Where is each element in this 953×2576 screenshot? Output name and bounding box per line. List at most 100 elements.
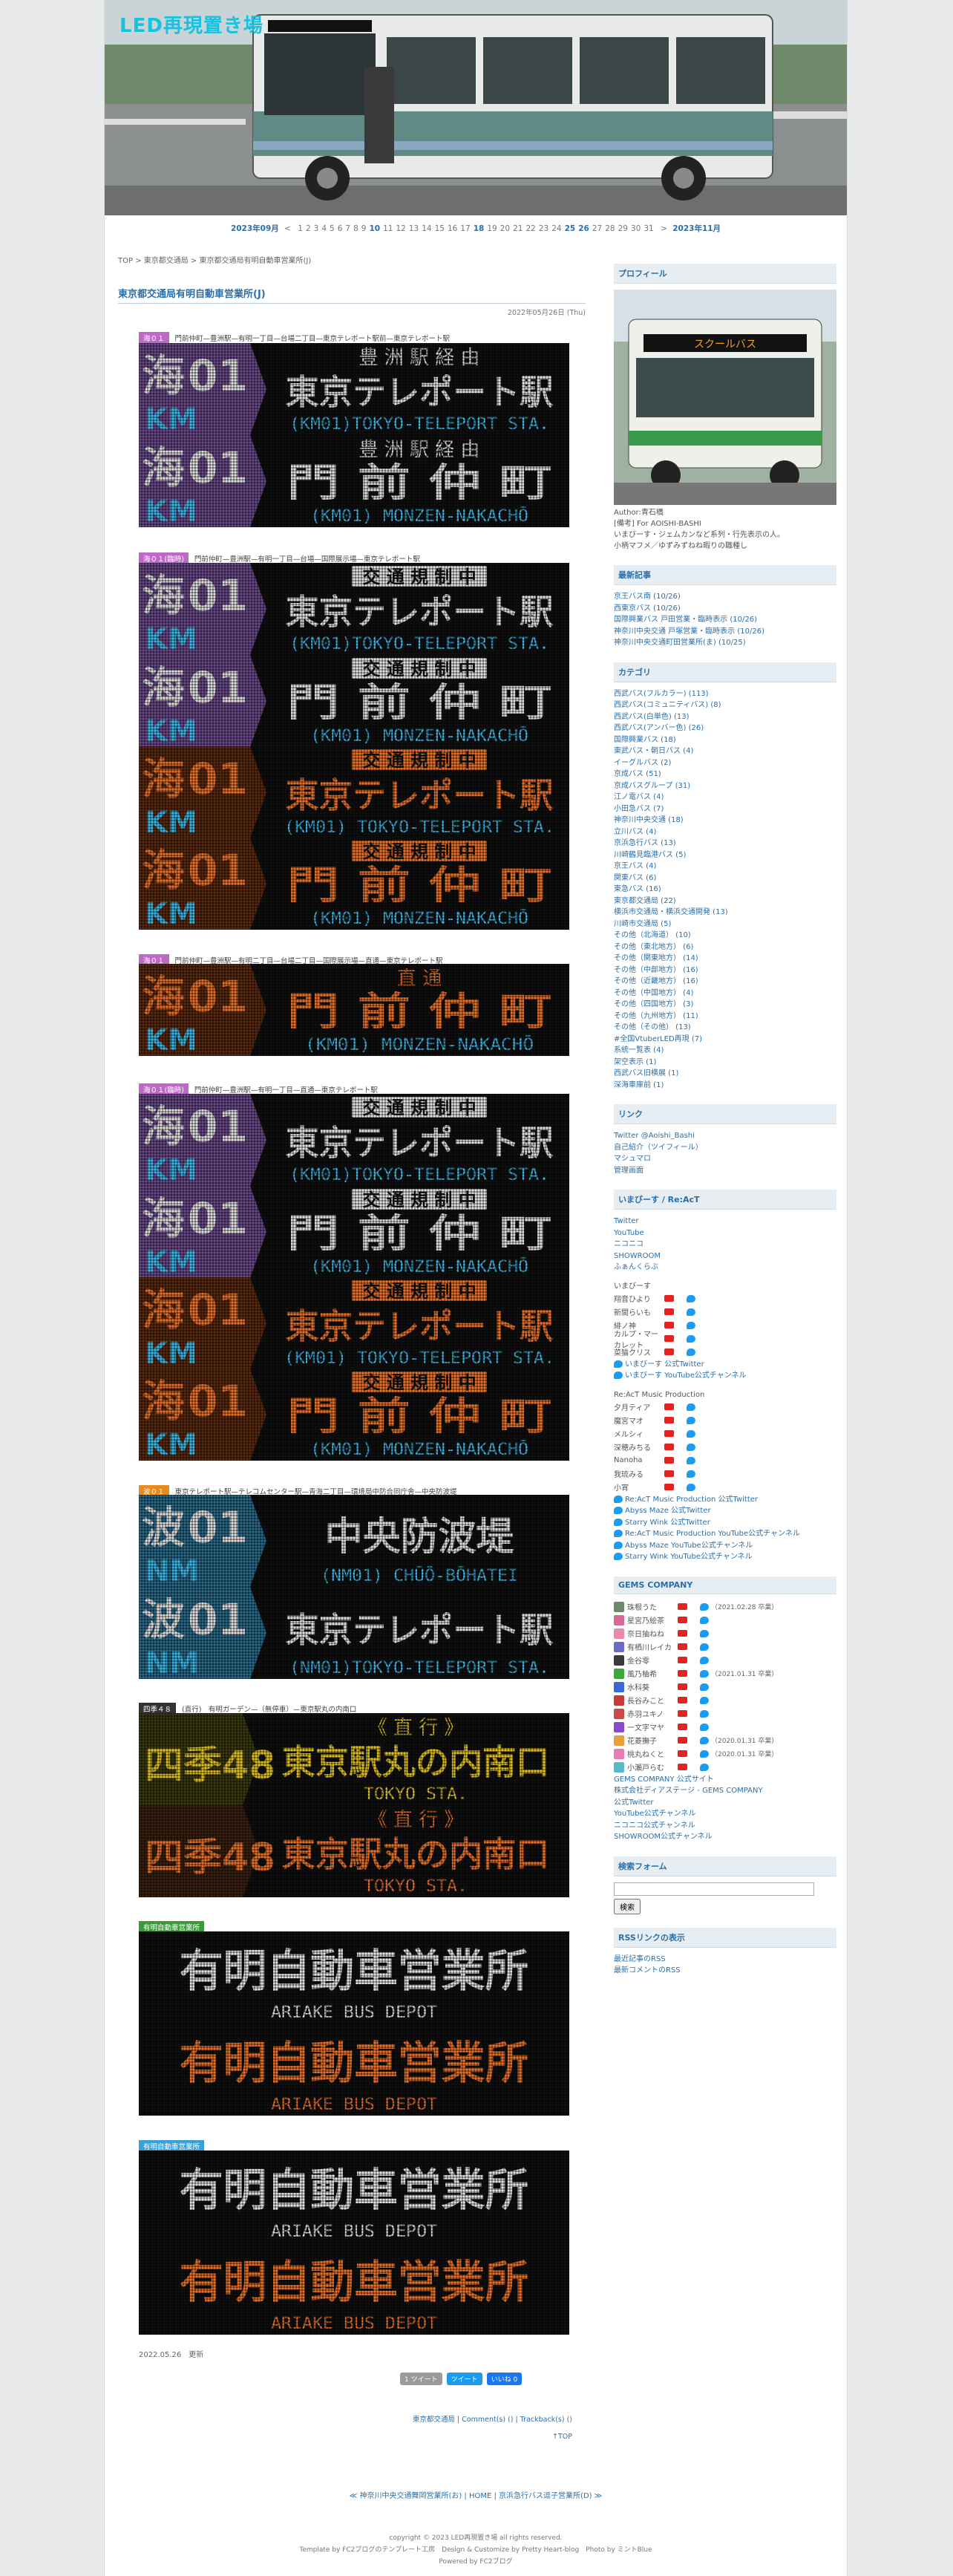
search-input[interactable] <box>614 1882 814 1896</box>
category-item[interactable]: 京浜急行バス (13) <box>614 838 836 850</box>
category-item[interactable]: 京王バス (4) <box>614 861 836 873</box>
youtube-icon[interactable] <box>678 1736 687 1744</box>
official-link[interactable]: Re:AcT Music Production 公式Twitter <box>614 1494 836 1506</box>
youtube-icon[interactable] <box>664 1470 674 1477</box>
official-text[interactable]: Re:AcT Music Production YouTube公式チャンネル <box>625 1530 800 1538</box>
calendar-next-link[interactable]: 2023年11月 <box>672 224 721 233</box>
official-link[interactable]: Abyss Maze 公式Twitter <box>614 1505 836 1517</box>
youtube-icon[interactable] <box>664 1403 674 1410</box>
calendar-day[interactable]: 28 <box>605 224 615 233</box>
category-item[interactable]: 川崎鶴見臨港バス (5) <box>614 850 836 861</box>
twitter-icon[interactable] <box>687 1348 695 1356</box>
member-name[interactable]: 奈日抽ねね <box>627 1628 678 1639</box>
youtube-icon[interactable] <box>678 1723 687 1730</box>
youtube-icon[interactable] <box>678 1602 687 1610</box>
category-item[interactable]: 西武バス(アンバー色) (26) <box>614 723 836 734</box>
twitter-icon[interactable] <box>687 1403 695 1411</box>
youtube-icon[interactable] <box>678 1696 687 1703</box>
twitter-icon[interactable] <box>700 1763 709 1771</box>
twitter-icon[interactable] <box>687 1308 695 1316</box>
calendar-day[interactable]: 31 <box>643 224 653 233</box>
official-link[interactable]: いまびーす YouTube公式チャンネル <box>614 1370 836 1382</box>
youtube-icon[interactable] <box>664 1456 674 1464</box>
youtube-icon[interactable] <box>678 1683 687 1690</box>
category-item[interactable]: その他（東北地方） (6) <box>614 942 836 953</box>
gems-link[interactable]: YouTube公式チャンネル <box>614 1808 836 1820</box>
official-text[interactable]: Abyss Maze YouTube公式チャンネル <box>625 1542 753 1550</box>
category-item[interactable]: イーグルバス (2) <box>614 757 836 769</box>
twitter-icon[interactable] <box>687 1483 695 1491</box>
twitter-icon[interactable] <box>687 1456 695 1464</box>
twitter-icon[interactable] <box>700 1643 709 1651</box>
official-text[interactable]: Starry Wink 公式Twitter <box>625 1519 710 1527</box>
category-item[interactable]: 東京都交通局 (22) <box>614 896 836 907</box>
calendar-day[interactable]: 27 <box>592 224 602 233</box>
post-navigation[interactable]: ≪ 神奈川中央交通舞岡営業所(お) | HOME | 京浜急行バス逗子営業所(D… <box>105 2489 847 2500</box>
twitter-icon[interactable] <box>687 1429 695 1438</box>
category-item[interactable]: 西武バス(コミュニティバス) (8) <box>614 700 836 711</box>
share-button[interactable]: 1 ツイート <box>400 2373 442 2385</box>
twitter-icon[interactable] <box>700 1736 709 1744</box>
youtube-icon[interactable] <box>678 1629 687 1637</box>
youtube-icon[interactable] <box>664 1429 674 1437</box>
youtube-icon[interactable] <box>678 1709 687 1717</box>
category-item[interactable]: その他（関東地方） (14) <box>614 953 836 965</box>
member-name[interactable]: 小瀬戸らむ <box>627 1761 678 1773</box>
category-item[interactable]: 小田急バス (7) <box>614 803 836 815</box>
member-name[interactable]: 赤羽ユキノ <box>627 1708 678 1719</box>
recent-item[interactable]: 神奈川中央交通 戸塚営業・臨時表示 (10/26) <box>614 626 836 638</box>
calendar-day[interactable]: 29 <box>618 224 628 233</box>
member-name[interactable]: 桃丸ねくと <box>627 1748 678 1759</box>
twitter-icon[interactable] <box>700 1723 709 1731</box>
member-name[interactable]: 魔宮マオ <box>614 1415 664 1426</box>
calendar-day[interactable]: 30 <box>631 224 641 233</box>
twitter-icon[interactable] <box>700 1696 709 1704</box>
recent-item[interactable]: 京王バス南 (10/26) <box>614 591 836 603</box>
twitter-icon[interactable] <box>700 1616 709 1624</box>
gems-link[interactable]: GEMS COMPANY 公式サイト <box>614 1774 836 1786</box>
rss-item[interactable]: 最近記事のRSS <box>614 1954 836 1966</box>
official-text[interactable]: いまびーす YouTube公式チャンネル <box>625 1372 747 1380</box>
member-name[interactable]: 新間らいも <box>614 1306 664 1317</box>
official-link[interactable]: いまびーす 公式Twitter <box>614 1359 836 1371</box>
twitter-icon[interactable] <box>700 1656 709 1664</box>
gems-link[interactable]: 公式Twitter <box>614 1797 836 1809</box>
twitter-icon[interactable] <box>700 1602 709 1611</box>
twitter-icon[interactable] <box>700 1750 709 1758</box>
official-text[interactable]: Re:AcT Music Production 公式Twitter <box>625 1496 758 1504</box>
category-item[interactable]: 横浜市交通局・横浜交通開発 (13) <box>614 907 836 919</box>
category-item[interactable]: その他（四国地方） (3) <box>614 999 836 1011</box>
category-item[interactable]: 神奈川中央交通 (18) <box>614 815 836 826</box>
category-item[interactable]: 江ノ電バス (4) <box>614 792 836 803</box>
category-item[interactable]: その他（中国地方） (4) <box>614 988 836 1000</box>
member-name[interactable]: 翔音ひより <box>614 1293 664 1304</box>
powered-by[interactable]: Powered by FC2ブログ <box>105 2556 847 2568</box>
category-item[interactable]: 関東バス (6) <box>614 873 836 884</box>
category-item[interactable]: その他（九州地方） (11) <box>614 1011 836 1023</box>
youtube-icon[interactable] <box>664 1321 674 1328</box>
official-link[interactable]: Starry Wink YouTube公式チャンネル <box>614 1551 836 1563</box>
member-name[interactable]: 珠根うた <box>627 1601 678 1612</box>
member-name[interactable]: 星宮乃絵茶 <box>627 1614 678 1626</box>
imaseeds-link[interactable]: ニコニコ <box>614 1239 836 1250</box>
twitter-icon[interactable] <box>700 1669 709 1677</box>
youtube-icon[interactable] <box>664 1483 674 1490</box>
imaseeds-link[interactable]: SHOWROOM <box>614 1250 836 1262</box>
imaseeds-link[interactable]: Twitter <box>614 1216 836 1227</box>
youtube-icon[interactable] <box>664 1416 674 1424</box>
youtube-icon[interactable] <box>678 1616 687 1623</box>
youtube-icon[interactable] <box>678 1669 687 1677</box>
gems-link[interactable]: SHOWROOM公式チャンネル <box>614 1831 836 1843</box>
member-name[interactable]: 金谷零 <box>627 1654 678 1666</box>
category-item[interactable]: 京成バスグループ (31) <box>614 780 836 792</box>
gems-link[interactable]: 株式会社ディアステージ - GEMS COMPANY <box>614 1785 836 1797</box>
twitter-icon[interactable] <box>700 1683 709 1691</box>
imaseeds-link[interactable]: YouTube <box>614 1227 836 1239</box>
twitter-icon[interactable] <box>700 1709 709 1718</box>
category-item[interactable]: その他（その他） (13) <box>614 1022 836 1034</box>
category-item[interactable]: 深海車庫前 (1) <box>614 1080 836 1092</box>
share-button[interactable]: ツイート <box>446 2373 482 2385</box>
twitter-icon[interactable] <box>700 1629 709 1637</box>
twitter-icon[interactable] <box>687 1321 695 1329</box>
youtube-icon[interactable] <box>678 1643 687 1650</box>
